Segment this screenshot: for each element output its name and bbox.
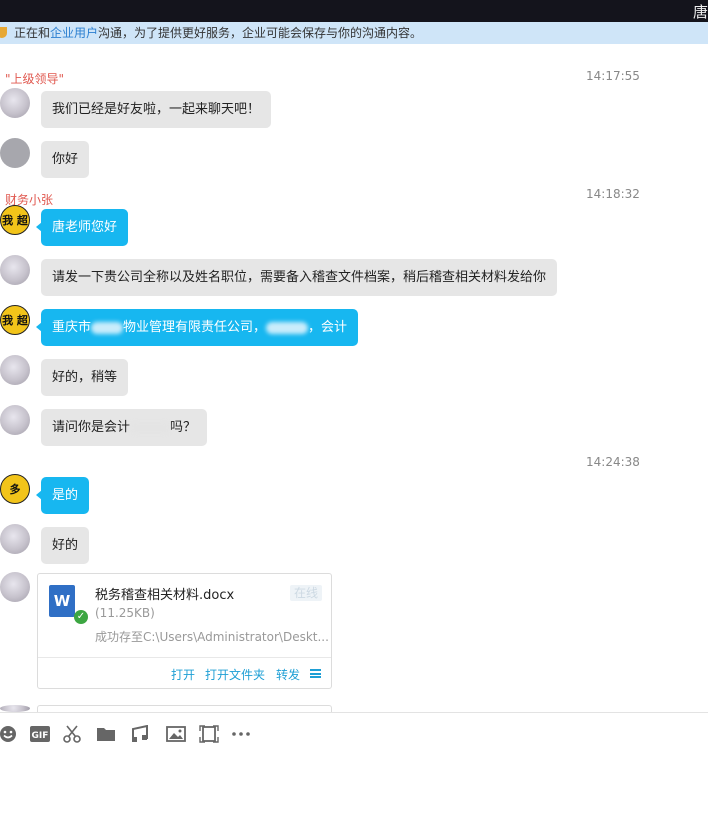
avatar[interactable] — [0, 705, 30, 712]
enterprise-user-link[interactable]: 企业用户 — [50, 26, 98, 40]
svg-text:GIF: GIF — [32, 731, 49, 741]
avatar[interactable] — [0, 405, 30, 435]
forward-button[interactable]: 转发 — [276, 666, 300, 683]
avatar[interactable]: 我 超 — [0, 305, 30, 335]
avatar-text: 我 超 — [2, 314, 28, 327]
avatar[interactable] — [0, 355, 30, 385]
music-icon[interactable] — [131, 724, 149, 747]
avatar-text: 我 超 — [2, 214, 28, 227]
sender-name: "上级领导" — [5, 72, 65, 86]
message-bubble: 请发一下贵公司全称以及姓名职位，需要备入稽查文件档案，稍后稽查相关材料发给你 — [41, 259, 558, 296]
redacted-text — [130, 421, 171, 434]
more-icon[interactable] — [231, 725, 251, 747]
message-bubble: 好的 — [41, 527, 90, 564]
file-name[interactable]: 税务稽查相关材料.docx — [95, 584, 234, 603]
message-bubble: 是的 — [35, 477, 90, 514]
message-bubble: 唐老师您好 — [35, 209, 129, 246]
word-file-icon: W — [49, 585, 75, 617]
redacted-text — [91, 321, 124, 334]
avatar[interactable]: 我 超 — [0, 205, 30, 235]
avatar[interactable] — [0, 138, 30, 168]
avatar[interactable] — [0, 255, 30, 285]
screen-share-icon[interactable] — [199, 725, 219, 747]
message-bubble: 你好 — [41, 141, 90, 178]
menu-icon[interactable] — [310, 669, 321, 678]
screenshot-icon[interactable] — [63, 725, 81, 747]
timestamp: 14:17:55 — [586, 69, 640, 83]
open-button[interactable]: 打开 — [171, 666, 195, 683]
shield-icon — [0, 27, 7, 38]
file-actions: 打开 打开文件夹 转发 — [38, 657, 331, 689]
window-title: 唐 — [692, 3, 708, 21]
title-bar: 唐 — [0, 0, 708, 22]
avatar[interactable]: 多 — [0, 474, 30, 504]
message-bubble: 重庆市 物业管理有限责任公司， ，会计 — [35, 309, 359, 346]
notice-text: 正在和企业用户沟通，为了提供更好服务，企业可能会保存与你的沟通内容。 — [14, 26, 423, 40]
open-folder-button[interactable]: 打开文件夹 — [205, 666, 265, 683]
avatar[interactable] — [0, 88, 30, 118]
emoji-icon[interactable] — [0, 725, 17, 747]
avatar[interactable] — [0, 524, 30, 554]
message-bubble: 请问你是会计 吗？ — [41, 409, 208, 446]
message-bubble: 我们已经是好友啦，一起来聊天吧！ — [41, 91, 272, 128]
enterprise-notice-bar: 正在和企业用户沟通，为了提供更好服务，企业可能会保存与你的沟通内容。 — [0, 22, 708, 44]
timestamp: 14:24:38 — [586, 455, 640, 469]
timestamp: 14:18:32 — [586, 187, 640, 201]
avatar[interactable] — [0, 572, 30, 602]
file-status-badge: 在线 — [290, 585, 322, 601]
avatar-text: 多 — [9, 483, 21, 496]
folder-icon[interactable] — [96, 725, 116, 747]
gif-icon[interactable]: GIF — [30, 725, 50, 747]
file-saved-path: 成功存至C:\Users\Administrator\Deskt... — [95, 630, 329, 644]
message-bubble: 好的，稍等 — [41, 359, 129, 396]
file-message-card[interactable]: W ✓ 税务稽查相关材料.docx 在线 (11.25KB) 成功存至C:\Us… — [37, 573, 332, 689]
input-toolbar: GIF — [0, 712, 708, 753]
image-icon[interactable] — [166, 725, 186, 747]
file-size: (11.25KB) — [95, 606, 155, 620]
check-icon: ✓ — [74, 610, 88, 624]
redacted-text — [266, 321, 309, 334]
